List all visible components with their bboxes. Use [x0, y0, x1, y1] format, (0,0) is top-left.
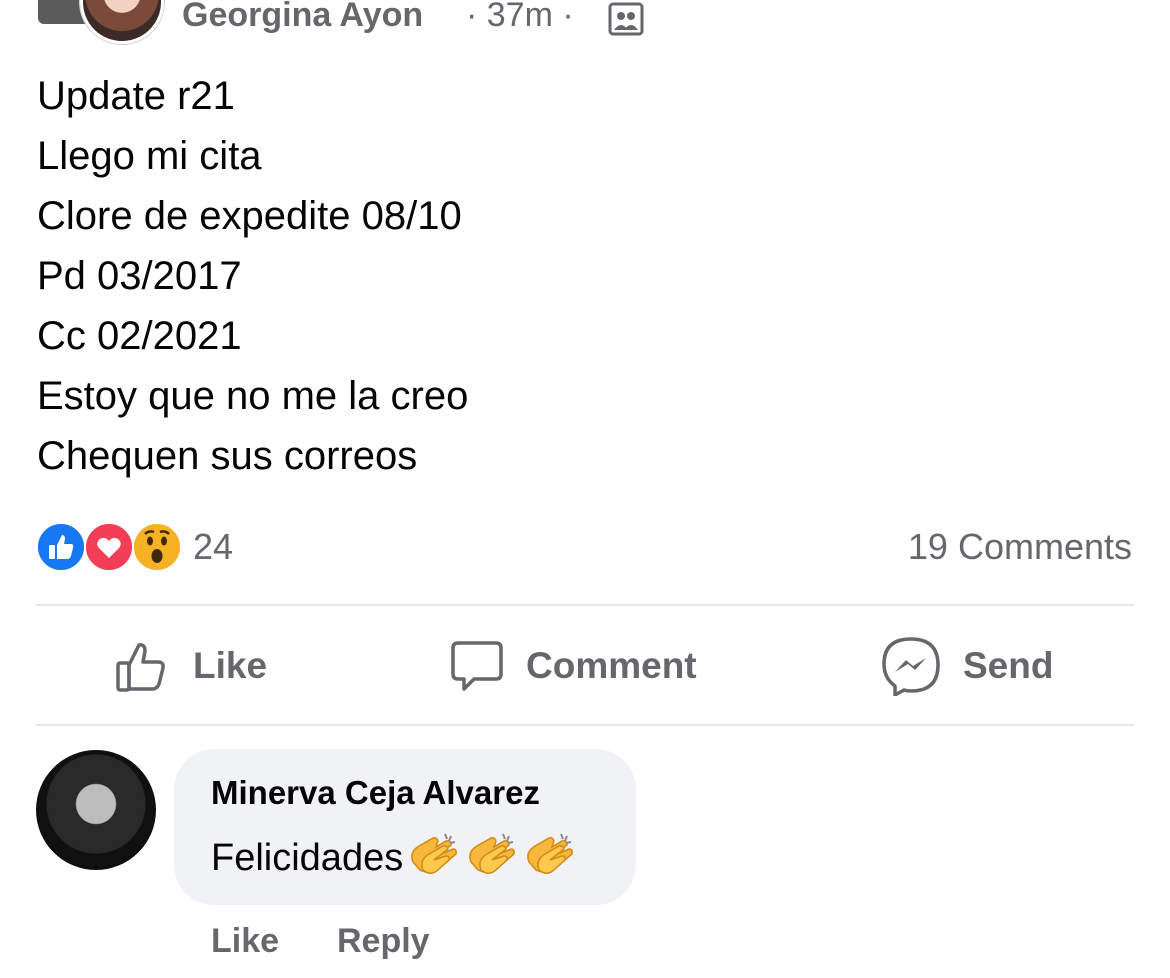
thumbs-up-icon: [116, 643, 165, 692]
comment-like-link[interactable]: Like: [211, 922, 279, 961]
post-meta: · 37m ·: [466, 0, 574, 34]
post-line: Llego mi cita: [37, 134, 262, 178]
like-label: Like: [193, 645, 268, 686]
love-icon: [84, 522, 134, 572]
comment-author[interactable]: Minerva Ceja Alvarez: [211, 774, 540, 812]
commenter-avatar[interactable]: [36, 750, 156, 870]
post-line: Pd 03/2017: [37, 254, 242, 298]
comment-button[interactable]: Comment: [450, 636, 697, 696]
comment-label: Comment: [526, 645, 697, 686]
post-line: Estoy que no me la creo: [37, 374, 469, 418]
post-author-name[interactable]: Georgina Ayon: [182, 0, 423, 35]
send-button[interactable]: Send: [881, 636, 1053, 696]
clapping-hands-icon: [411, 833, 458, 874]
reaction-count[interactable]: 24: [193, 526, 233, 568]
post-line: Clore de expedite 08/10: [37, 194, 462, 238]
divider: [36, 604, 1134, 606]
comment-text-label: Felicidades: [211, 836, 404, 879]
clapping-hands-icon: [469, 833, 516, 874]
post-line: Update r21: [37, 74, 235, 118]
like-button[interactable]: Like: [115, 636, 267, 696]
divider: [36, 724, 1134, 726]
send-label: Send: [963, 645, 1054, 686]
post-body: Update r21 Llego mi cita Clore de expedi…: [37, 66, 468, 486]
comment-text: Felicidades: [211, 830, 577, 886]
like-icon: [36, 522, 86, 572]
comment-bubble-icon: [451, 641, 503, 691]
wow-icon: [132, 522, 182, 572]
comments-count[interactable]: 19 Comments: [908, 526, 1132, 568]
messenger-icon: [882, 637, 940, 696]
author-avatar[interactable]: [80, 0, 164, 44]
comment-reply-link[interactable]: Reply: [337, 922, 430, 961]
post-line: Cc 02/2021: [37, 314, 242, 358]
post-line: Chequen sus correos: [37, 434, 418, 478]
clapping-hands-icon: [527, 833, 574, 874]
group-icon: [608, 2, 644, 36]
